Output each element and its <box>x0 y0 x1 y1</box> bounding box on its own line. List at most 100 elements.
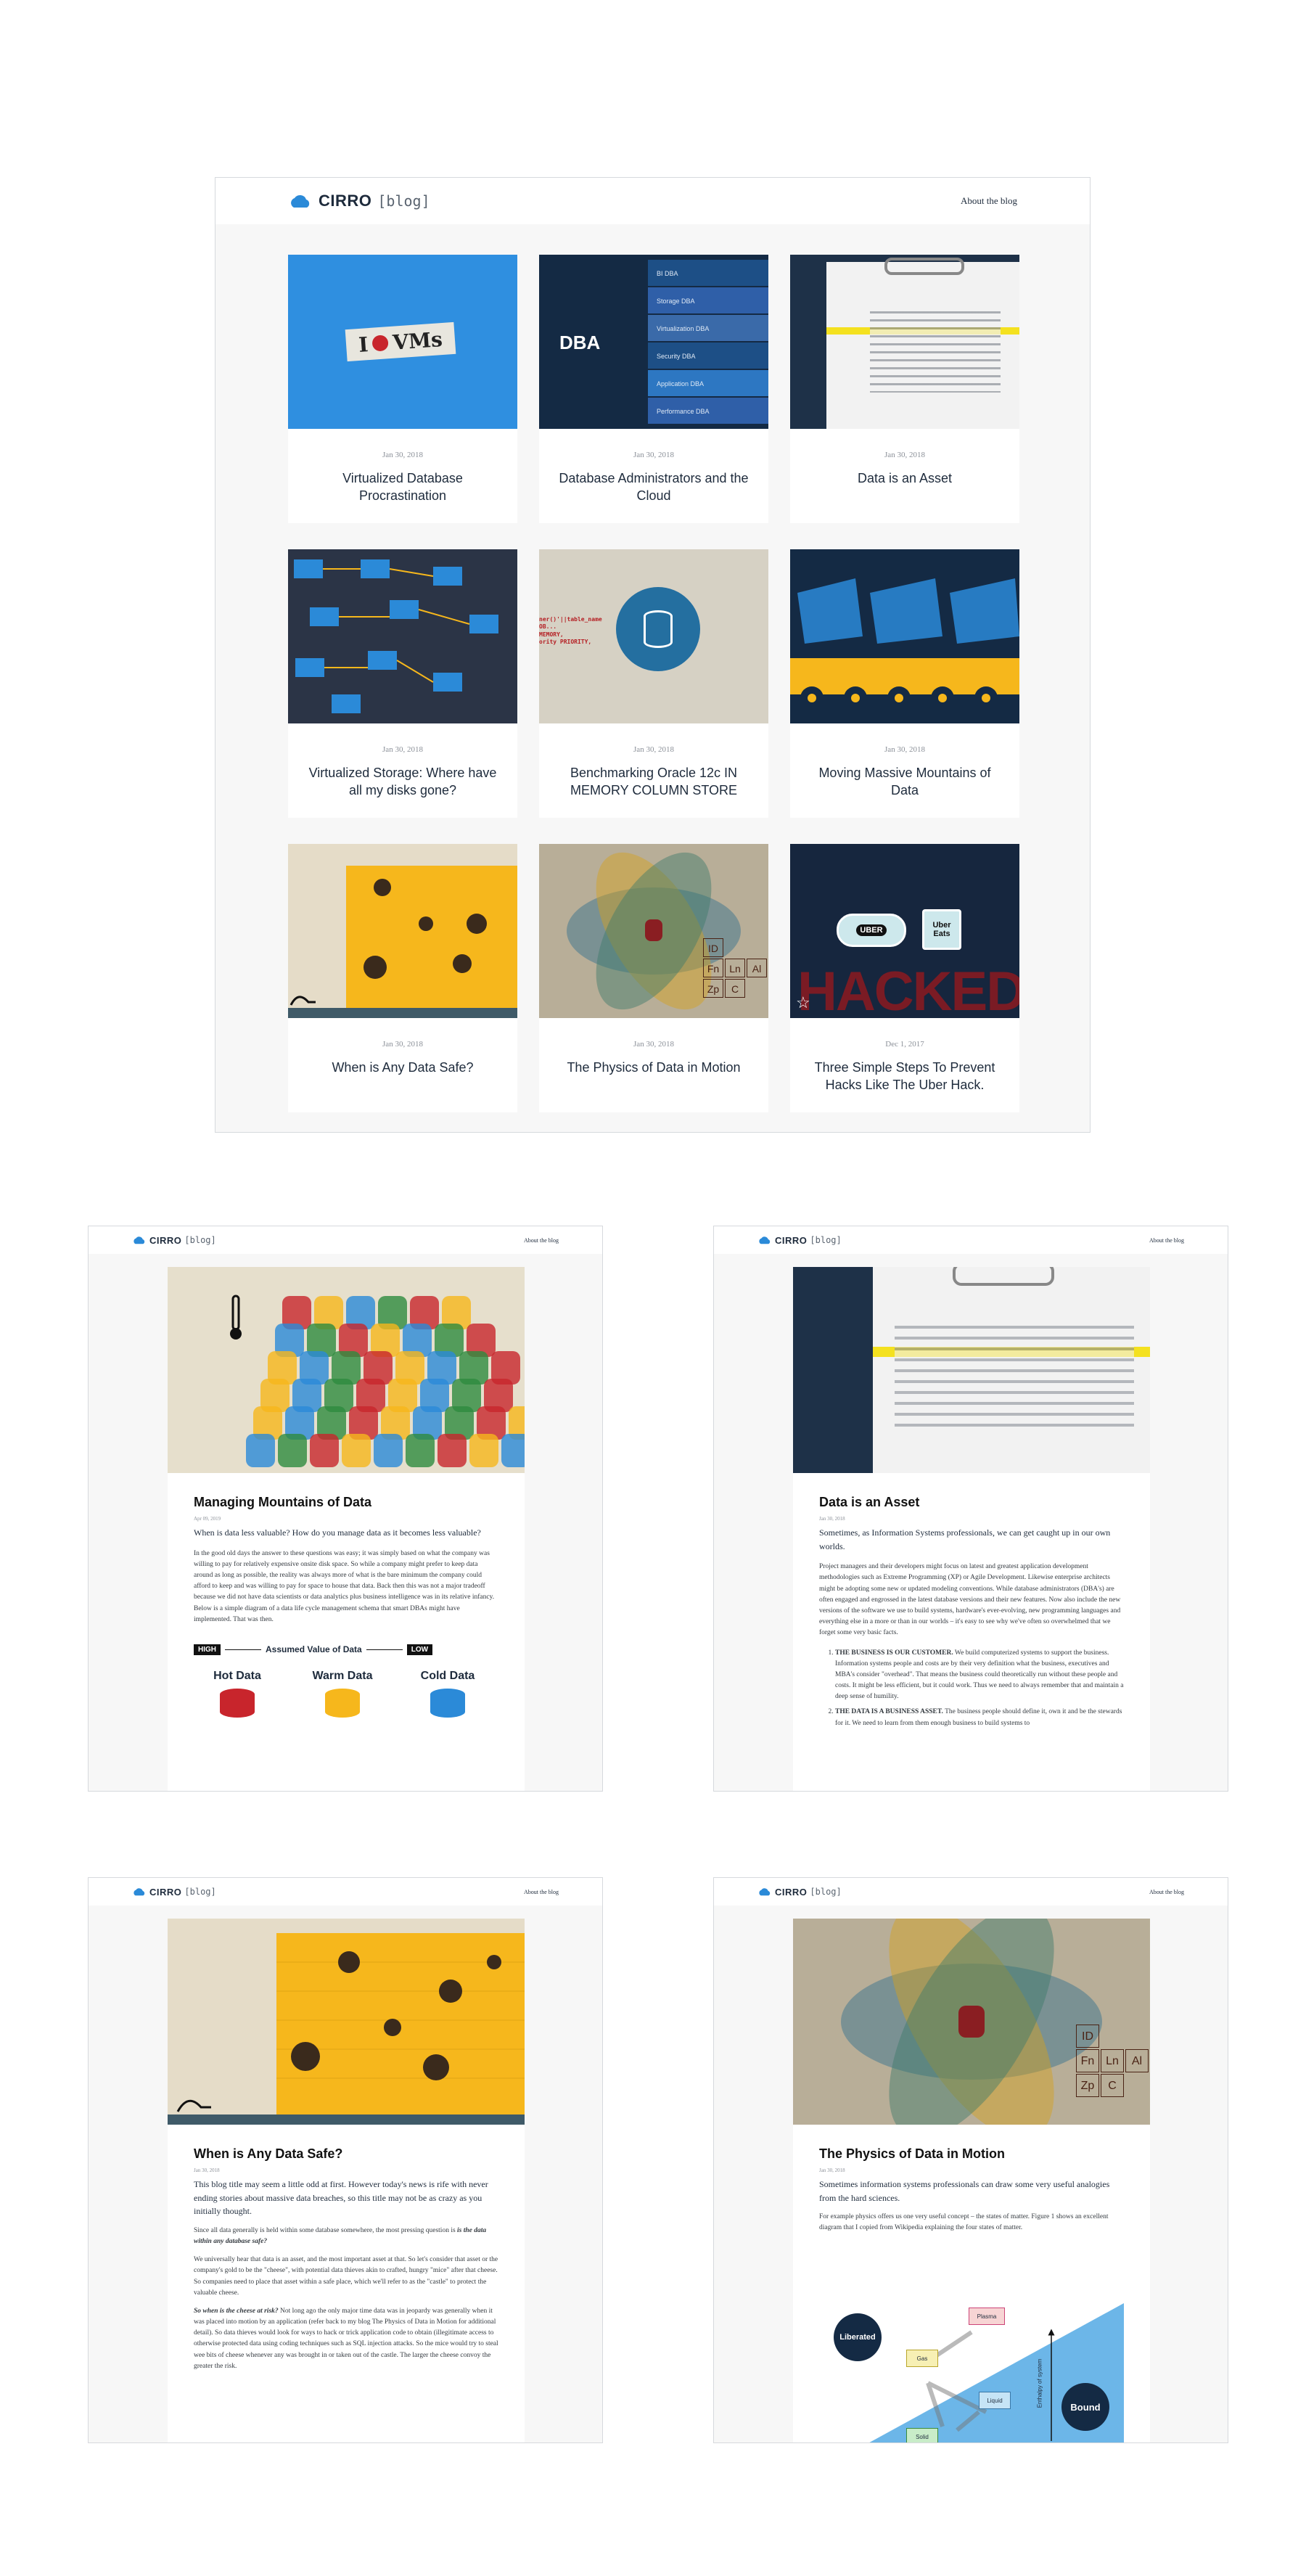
brand-suffix: [blog] <box>810 1887 842 1897</box>
post-date: Dec 1, 2017 <box>885 1040 924 1049</box>
blog-home-window: CIRRO [blog] About the blog I VMs Jan 30… <box>215 177 1091 1133</box>
element-tile: Fn <box>703 959 723 977</box>
code-snippet: ner()'||table_name OB... MEMORY, ority P… <box>539 616 602 646</box>
article-date: Jan 30, 2018 <box>194 2167 220 2173</box>
cheese-castle-hero <box>168 1919 525 2125</box>
post-card[interactable]: I VMs Jan 30, 2018 Virtualized Database P… <box>288 255 517 523</box>
post-title[interactable]: When is Any Data Safe? <box>288 1051 517 1076</box>
post-card[interactable]: Jan 30, 2018 Moving Massive Mountains of … <box>790 549 1019 818</box>
post-card[interactable]: ner()'||table_name OB... MEMORY, ority P… <box>539 549 768 818</box>
post-thumbnail[interactable] <box>790 255 1019 429</box>
dba-menu-item: Application DBA <box>648 370 768 396</box>
uber-car-icon: UBER <box>837 914 906 947</box>
article-window: CIRRO [blog] About the blog ID Fn Ln Al … <box>713 1877 1228 2443</box>
post-title[interactable]: The Physics of Data in Motion <box>539 1051 768 1076</box>
about-link[interactable]: About the blog <box>961 195 1017 207</box>
element-tile: Ln <box>725 959 745 977</box>
element-tile: Ln <box>1101 2049 1124 2072</box>
article-date: Jan 30, 2018 <box>819 1516 845 1522</box>
network-computers-illustration <box>294 559 498 713</box>
post-card[interactable]: DBA BI DBA Storage DBA Virtualization DB… <box>539 255 768 523</box>
element-tile: Fn <box>1076 2049 1099 2072</box>
article: When is Any Data Safe? Jan 30, 2018 This… <box>168 1919 525 2442</box>
article-paragraph: For example physics offers us one very u… <box>819 2213 1109 2232</box>
cloud-icon <box>759 1236 771 1244</box>
header: CIRRO [blog] About the blog <box>714 1878 1228 1906</box>
about-link[interactable]: About the blog <box>524 1237 559 1244</box>
post-title[interactable]: Three Simple Steps To Prevent Hacks Like… <box>790 1051 1019 1094</box>
dba-menu-item: Security DBA <box>648 342 768 369</box>
cheese-castle-illustration <box>288 866 517 1018</box>
element-tile: Al <box>1125 2049 1149 2072</box>
about-link[interactable]: About the blog <box>524 1889 559 1895</box>
state-plasma: Plasma <box>969 2308 1005 2325</box>
post-thumbnail[interactable]: HACKED UBER Uber Eats ☆ <box>790 844 1019 1018</box>
post-thumbnail[interactable]: I VMs <box>288 255 517 429</box>
heart-pin-icon <box>371 335 390 352</box>
post-thumbnail[interactable]: ID Fn Ln Al Zp C <box>539 844 768 1018</box>
dump-trucks-illustration <box>790 578 1019 710</box>
hot-db-icon <box>220 1688 255 1718</box>
clip-icon <box>953 1267 1054 1286</box>
post-thumbnail[interactable] <box>790 549 1019 723</box>
post-title[interactable]: Benchmarking Oracle 12c IN MEMORY COLUMN… <box>539 757 768 800</box>
post-card[interactable]: Jan 30, 2018 When is Any Data Safe? <box>288 844 517 1112</box>
post-card[interactable]: Jan 30, 2018 Virtualized Storage: Where h… <box>288 549 517 818</box>
post-thumbnail[interactable]: DBA BI DBA Storage DBA Virtualization DB… <box>539 255 768 429</box>
brand-name: CIRRO <box>149 1886 182 1898</box>
post-card[interactable]: HACKED UBER Uber Eats ☆ Dec 1, 2017 Three… <box>790 844 1019 1112</box>
state-gas: Gas <box>906 2350 938 2367</box>
brand-logo[interactable]: CIRRO [blog] <box>757 1235 842 1246</box>
header: CIRRO [blog] About the blog <box>89 1878 602 1906</box>
dba-menu: BI DBA Storage DBA Virtualization DBA Se… <box>648 255 768 429</box>
database-drum <box>246 1434 275 1467</box>
axis-label: Enthalpy of system <box>1036 2358 1043 2408</box>
star-icon: ☆ <box>796 993 810 1012</box>
element-tile: ID <box>703 938 723 957</box>
clipboard-illustration <box>826 258 1019 429</box>
post-title[interactable]: Database Administrators and the Cloud <box>539 462 768 505</box>
post-title[interactable]: Virtualized Storage: Where have all my d… <box>288 757 517 800</box>
post-title[interactable]: Data is an Asset <box>790 462 1019 487</box>
article-paragraph: In the good old days the answer to these… <box>194 1549 495 1623</box>
dba-menu-item: Virtualization DBA <box>648 315 768 341</box>
post-title[interactable]: Moving Massive Mountains of Data <box>790 757 1019 800</box>
cloud-icon <box>291 194 310 208</box>
article-paragraph: Since all data generally is held within … <box>194 2226 487 2245</box>
post-date: Jan 30, 2018 <box>633 1040 674 1049</box>
post-date: Jan 30, 2018 <box>633 451 674 459</box>
state-bound: Bound <box>1061 2383 1109 2431</box>
post-date: Jan 30, 2018 <box>633 745 674 754</box>
brand-logo[interactable]: CIRRO [blog] <box>132 1235 216 1246</box>
post-thumbnail[interactable] <box>288 844 517 1018</box>
brand-logo[interactable]: CIRRO [blog] <box>757 1887 842 1898</box>
about-link[interactable]: About the blog <box>1149 1889 1184 1895</box>
article-paragraph: Project managers and their developers mi… <box>819 1563 1121 1637</box>
post-thumbnail[interactable]: ner()'||table_name OB... MEMORY, ority P… <box>539 549 768 723</box>
database-drum <box>501 1434 525 1467</box>
dba-menu-item: Storage DBA <box>648 287 768 313</box>
brand-logo[interactable]: CIRRO [blog] <box>132 1887 216 1898</box>
database-drum <box>438 1434 467 1467</box>
dba-menu-item: BI DBA <box>648 260 768 286</box>
element-tile: C <box>725 979 745 998</box>
post-card[interactable]: Jan 30, 2018 Data is an Asset <box>790 255 1019 523</box>
about-link[interactable]: About the blog <box>1149 1237 1184 1244</box>
tier-label: Cold Data <box>420 1669 475 1682</box>
article-paragraph: So when is the cheese at risk? Not long … <box>194 2307 498 2370</box>
post-card[interactable]: ID Fn Ln Al Zp C Jan 30, 2018 The Physics… <box>539 844 768 1112</box>
brand-logo[interactable]: CIRRO [blog] <box>288 192 430 210</box>
post-title[interactable]: Virtualized Database Procrastination <box>288 462 517 505</box>
database-drum <box>310 1434 339 1467</box>
article-lede: This blog title may seem a little odd at… <box>194 2179 488 2217</box>
article-date: Apr 09, 2019 <box>194 1516 221 1522</box>
post-thumbnail[interactable] <box>288 549 517 723</box>
cloud-icon <box>134 1888 145 1896</box>
brand-suffix: [blog] <box>377 192 430 210</box>
element-tile: C <box>1101 2074 1124 2097</box>
brand-suffix: [blog] <box>810 1235 842 1245</box>
header: CIRRO [blog] About the blog <box>215 178 1090 224</box>
list-item: THE DATA IS A BUSINESS ASSET. The busine… <box>835 1707 1124 1728</box>
tier-label: Hot Data <box>213 1669 261 1682</box>
article-window: CIRRO [blog] About the blog Data is an A… <box>713 1226 1228 1792</box>
